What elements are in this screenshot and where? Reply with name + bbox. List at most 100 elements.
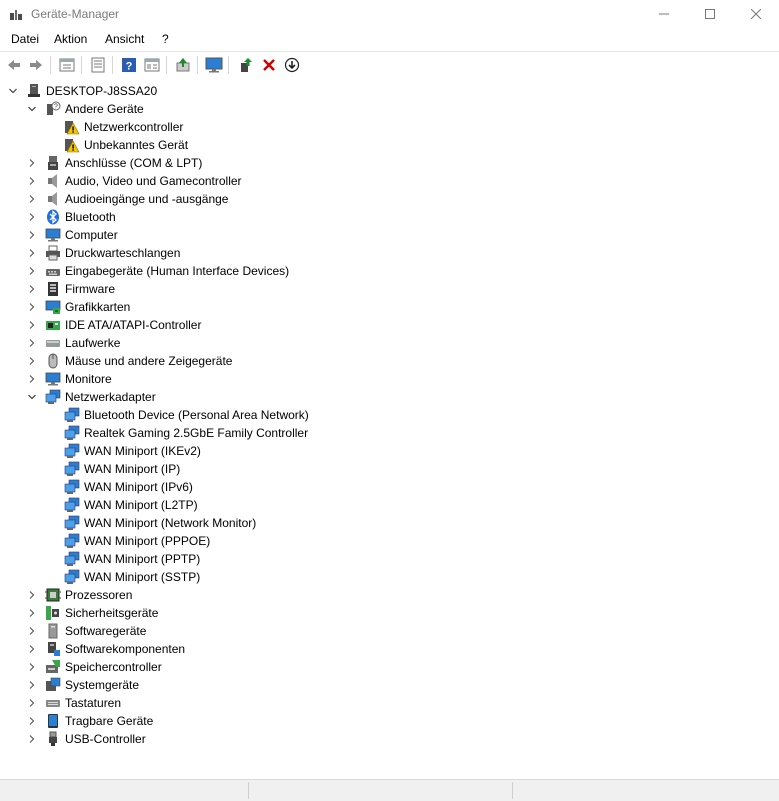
chevron-right-icon[interactable] — [27, 590, 37, 600]
tree-item[interactable]: Audio, Video und Gamecontroller — [45, 172, 242, 190]
tree-item[interactable]: Monitore — [45, 370, 112, 388]
tree-item[interactable]: Unbekanntes Gerät — [64, 136, 188, 154]
tree-item-label: Firmware — [65, 282, 115, 296]
tree-item[interactable]: Sicherheitsgeräte — [45, 604, 158, 622]
chevron-right-icon[interactable] — [27, 626, 37, 636]
chevron-right-icon[interactable] — [27, 662, 37, 672]
chevron-right-icon[interactable] — [27, 302, 37, 312]
network-icon — [45, 389, 61, 404]
chevron-down-icon[interactable] — [8, 86, 18, 96]
tree-item[interactable]: Tragbare Geräte — [45, 712, 153, 730]
tree-item[interactable]: Bluetooth — [45, 208, 116, 226]
chevron-right-icon[interactable] — [27, 248, 37, 258]
details-icon — [91, 57, 105, 73]
chevron-down-icon[interactable] — [27, 104, 37, 114]
tree-item-label: Tastaturen — [65, 696, 122, 710]
enable-device-button[interactable] — [236, 55, 256, 75]
tree-item[interactable]: Druckwarteschlangen — [45, 244, 180, 262]
toolbar-separator — [228, 56, 229, 74]
tree-item[interactable]: IDE ATA/ATAPI-Controller — [45, 316, 201, 334]
menu-datei[interactable]: Datei — [11, 32, 39, 46]
chevron-right-icon[interactable] — [27, 716, 37, 726]
tree-item[interactable]: Audioeingänge und -ausgänge — [45, 190, 228, 208]
forward-button[interactable] — [26, 55, 46, 75]
chevron-right-icon[interactable] — [27, 734, 37, 744]
tree-item[interactable]: WAN Miniport (IP) — [64, 460, 180, 478]
chevron-right-icon[interactable] — [27, 356, 37, 366]
uninstall-button[interactable] — [259, 55, 279, 75]
tree-item-label: Mäuse und andere Zeigegeräte — [65, 354, 233, 368]
tree-item-label: Druckwarteschlangen — [65, 246, 181, 260]
tree-item[interactable]: Grafikkarten — [45, 298, 130, 316]
tree-item[interactable]: ? Andere Geräte — [45, 100, 144, 118]
tree-item[interactable]: Anschlüsse (COM & LPT) — [45, 154, 202, 172]
help-button[interactable]: ? — [119, 55, 139, 75]
tree-item[interactable]: WAN Miniport (IKEv2) — [64, 442, 201, 460]
chevron-right-icon[interactable] — [27, 374, 37, 384]
tree-item[interactable]: Tastaturen — [45, 694, 121, 712]
status-separator — [512, 782, 513, 799]
tree-item[interactable]: Netzwerkcontroller — [64, 118, 183, 136]
tree-item[interactable]: Softwarekomponenten — [45, 640, 185, 658]
svg-text:?: ? — [54, 104, 58, 111]
chevron-right-icon[interactable] — [27, 212, 37, 222]
tree-item[interactable]: Systemgeräte — [45, 676, 139, 694]
network-icon — [64, 443, 80, 458]
tree-item[interactable]: Bluetooth Device (Personal Area Network) — [64, 406, 309, 424]
maximize-button[interactable] — [687, 0, 733, 28]
tree-item[interactable]: Prozessoren — [45, 586, 132, 604]
tree-item[interactable]: Eingabegeräte (Human Interface Devices) — [45, 262, 289, 280]
tree-item[interactable]: Speichercontroller — [45, 658, 162, 676]
chevron-right-icon[interactable] — [27, 698, 37, 708]
chevron-right-icon[interactable] — [27, 194, 37, 204]
menu-aktion[interactable]: Aktion — [54, 32, 87, 46]
tree-item[interactable]: WAN Miniport (SSTP) — [64, 568, 200, 586]
tree-item[interactable]: WAN Miniport (IPv6) — [64, 478, 193, 496]
chevron-right-icon[interactable] — [27, 176, 37, 186]
tree-item-label: WAN Miniport (PPTP) — [84, 552, 201, 566]
tree-item-label: USB-Controller — [65, 732, 146, 746]
network-icon — [64, 425, 80, 440]
tree-item[interactable]: DESKTOP-J8SSA20 — [26, 82, 157, 100]
chevron-right-icon[interactable] — [27, 644, 37, 654]
close-button[interactable] — [733, 0, 779, 28]
chevron-right-icon[interactable] — [27, 608, 37, 618]
tree-item[interactable]: USB-Controller — [45, 730, 146, 748]
tree-item[interactable]: Netzwerkadapter — [45, 388, 156, 406]
chevron-right-icon[interactable] — [27, 680, 37, 690]
scan-hardware-button[interactable] — [204, 55, 224, 75]
warning-device-icon — [65, 121, 80, 135]
disable-button[interactable] — [282, 55, 302, 75]
tree-item[interactable]: WAN Miniport (Network Monitor) — [64, 514, 256, 532]
details-button[interactable] — [88, 55, 108, 75]
tree-item[interactable]: Mäuse und andere Zeigegeräte — [45, 352, 232, 370]
menu-help[interactable]: ? — [162, 32, 169, 46]
tree-item[interactable]: Firmware — [45, 280, 115, 298]
tree-item[interactable]: WAN Miniport (PPPOE) — [64, 532, 210, 550]
maximize-icon — [705, 9, 715, 19]
chevron-down-icon[interactable] — [27, 392, 37, 402]
chevron-right-icon[interactable] — [27, 158, 37, 168]
tree-item[interactable]: WAN Miniport (L2TP) — [64, 496, 198, 514]
back-button[interactable] — [4, 55, 24, 75]
chevron-right-icon[interactable] — [27, 338, 37, 348]
chevron-right-icon[interactable] — [27, 230, 37, 240]
chevron-right-icon[interactable] — [27, 320, 37, 330]
view-button[interactable] — [142, 55, 162, 75]
tree-item-label: WAN Miniport (Network Monitor) — [84, 516, 257, 530]
tree-item-label: WAN Miniport (PPPOE) — [84, 534, 211, 548]
tree-item[interactable]: Softwaregeräte — [45, 622, 146, 640]
chevron-right-icon[interactable] — [27, 284, 37, 294]
tree-item[interactable]: Laufwerke — [45, 334, 120, 352]
update-driver-button[interactable] — [173, 55, 193, 75]
speaker-icon — [48, 192, 57, 206]
menu-ansicht[interactable]: Ansicht — [105, 32, 144, 46]
tree-item[interactable]: Computer — [45, 226, 118, 244]
tree-item[interactable]: Realtek Gaming 2.5GbE Family Controller — [64, 424, 308, 442]
properties-button[interactable] — [57, 55, 77, 75]
minimize-button[interactable] — [641, 0, 687, 28]
monitor-icon — [45, 228, 61, 242]
chevron-right-icon[interactable] — [27, 266, 37, 276]
svg-text:?: ? — [126, 61, 133, 73]
tree-item[interactable]: WAN Miniport (PPTP) — [64, 550, 200, 568]
